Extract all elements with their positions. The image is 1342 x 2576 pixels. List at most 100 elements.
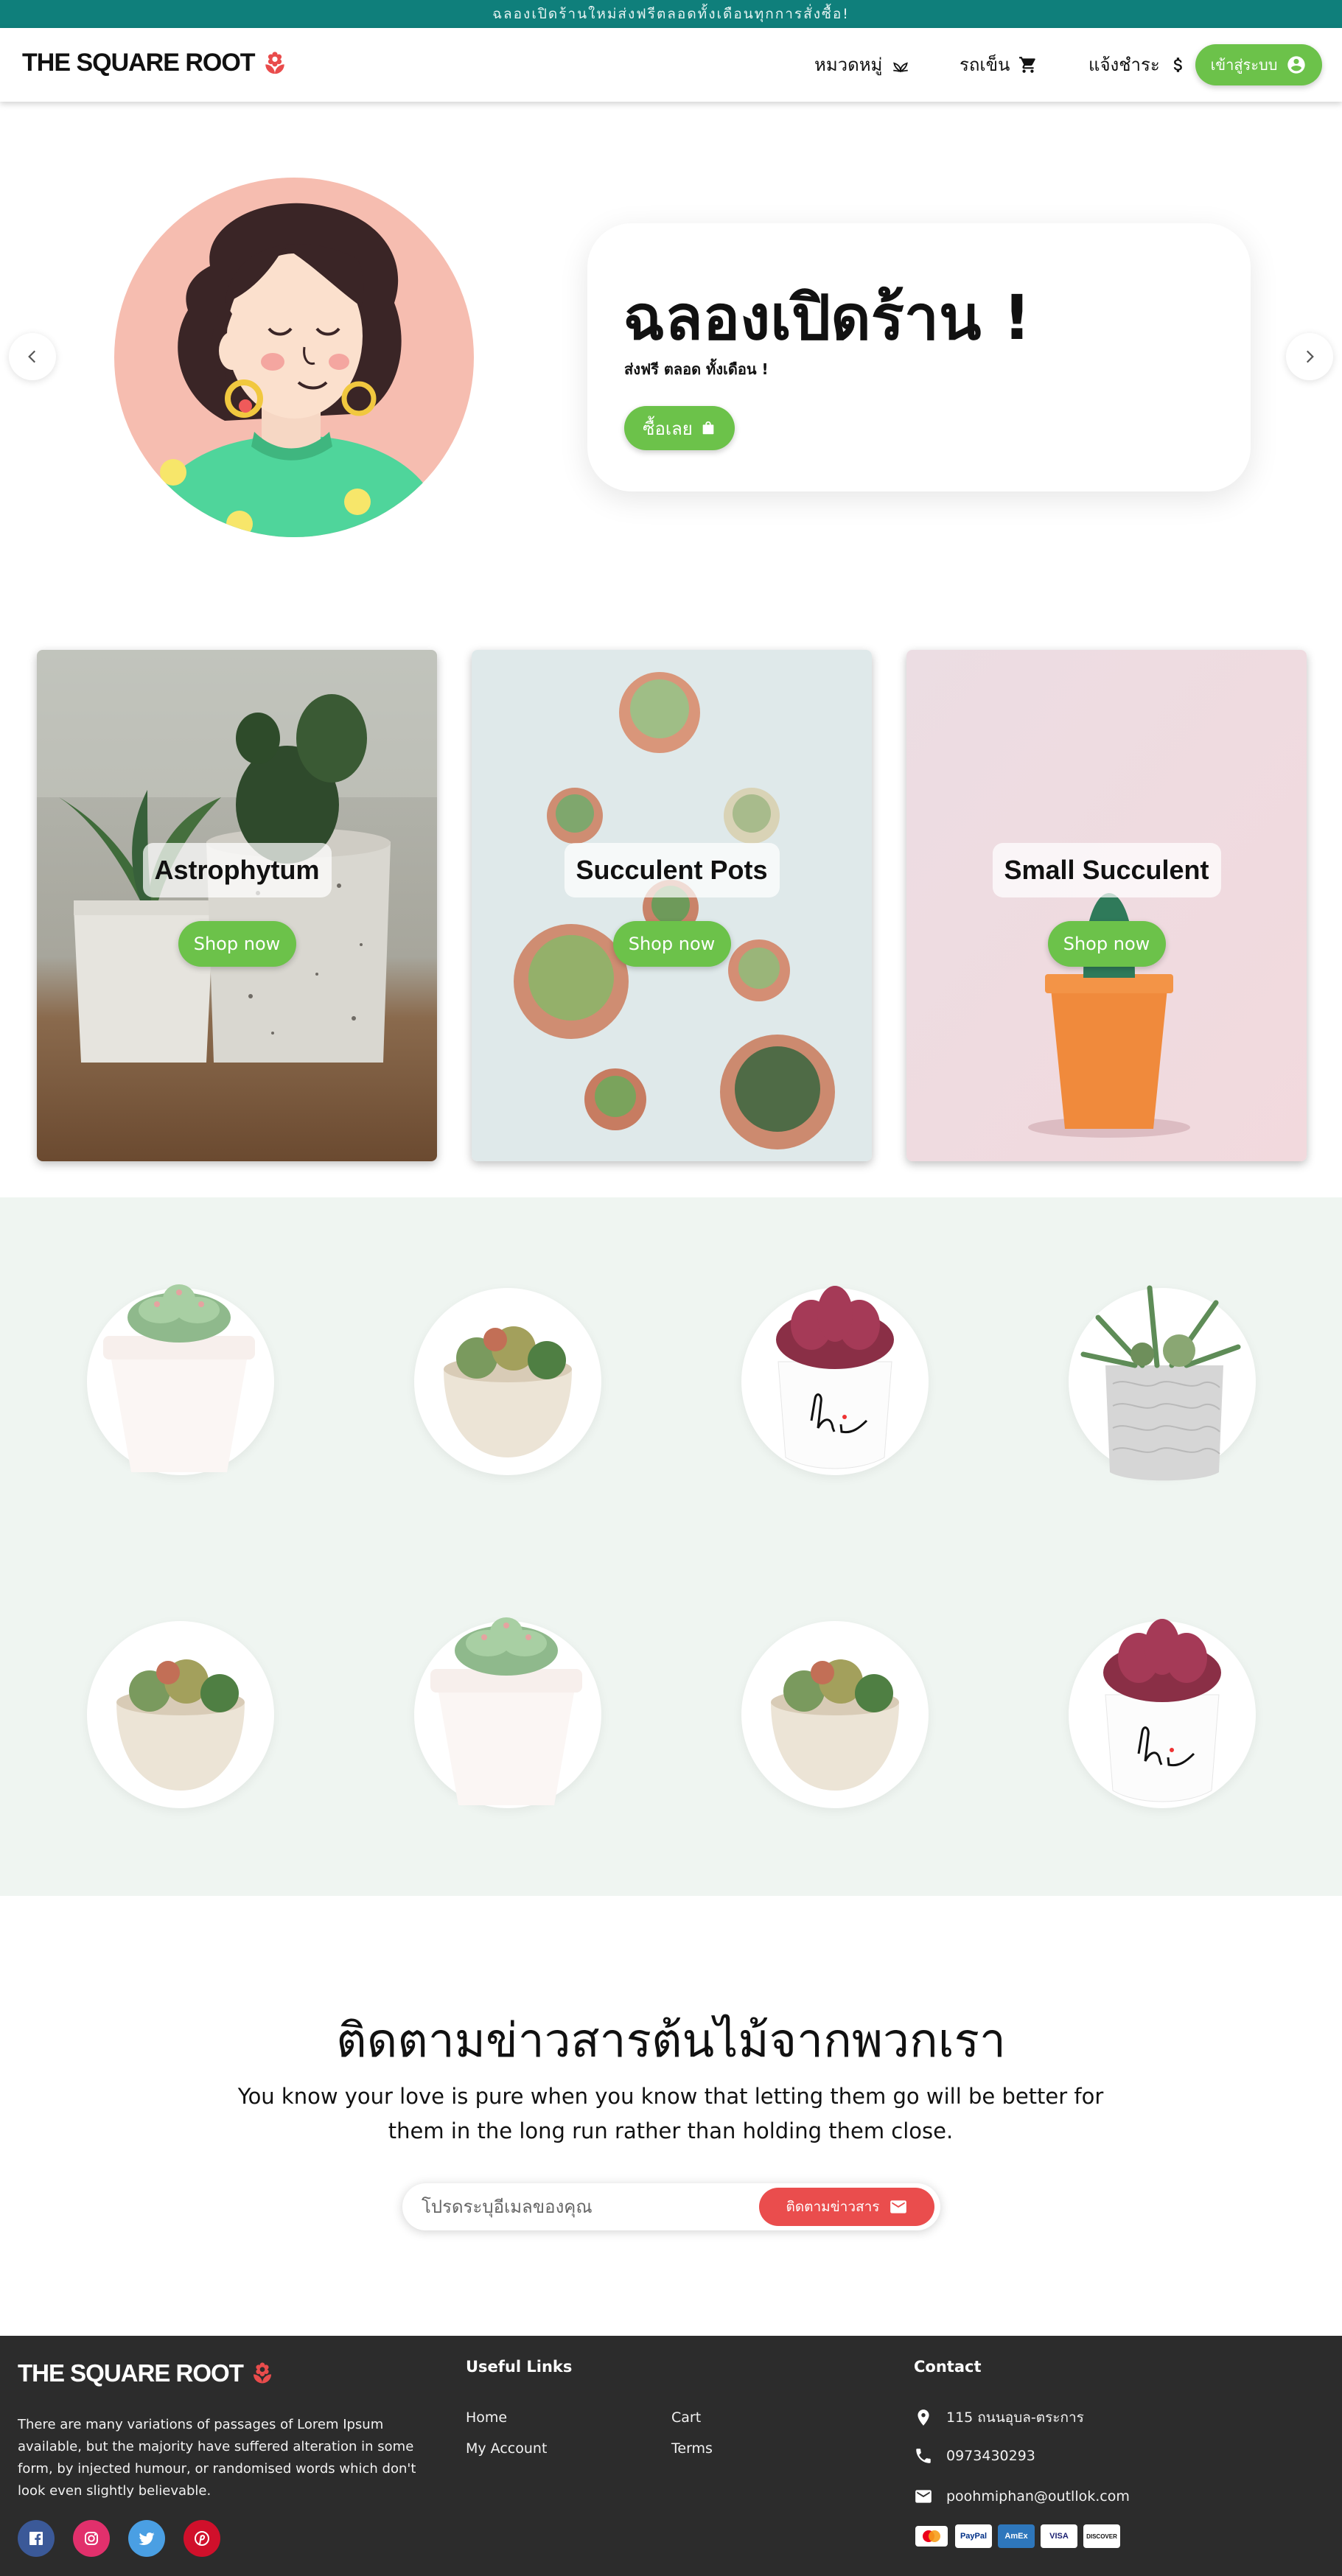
echeveria-white-pot-image [103, 1284, 255, 1472]
nav-categories-label: หมวดหมู่ [814, 55, 883, 75]
shop-now-button[interactable]: Shop now [178, 921, 296, 967]
product-item[interactable] [741, 1621, 929, 1808]
footer-link-account[interactable]: My Account [466, 2440, 547, 2457]
category-card-small-succulent[interactable]: Small Succulent Shop now [906, 650, 1307, 1161]
contact-email[interactable]: poohmiphan@outllok.com [914, 2487, 1130, 2506]
amex-badge: AmEx [998, 2524, 1035, 2548]
flower-icon [253, 2362, 271, 2384]
mail-icon [890, 2200, 906, 2213]
login-label: เข้าสู่ระบบ [1210, 56, 1278, 74]
category-card-astrophytum[interactable]: Astrophytum Shop now [37, 650, 437, 1161]
product-item[interactable] [414, 1617, 601, 1808]
contact-phone: 0973430293 [914, 2446, 1035, 2465]
category-label: Astrophytum [142, 843, 332, 897]
mixed-succulent-bowl-image [116, 1659, 245, 1791]
account-icon [1287, 56, 1306, 74]
contact-address: 115 ถนนอุบล-ตระการ [914, 2407, 1084, 2429]
dollar-icon [1173, 57, 1182, 72]
pinterest-button[interactable] [184, 2520, 220, 2557]
shop-now-button[interactable]: Shop now [1047, 921, 1166, 967]
chevron-right-icon [1306, 350, 1314, 363]
shop-now-button[interactable]: Shop now [612, 921, 731, 967]
hero-buy-label: ซื้อเลย [643, 418, 693, 439]
useful-links-heading: Useful Links [466, 2358, 573, 2376]
hero-avatar-illustration [114, 178, 474, 537]
facebook-button[interactable] [18, 2520, 55, 2557]
phone-text: 0973430293 [946, 2448, 1035, 2464]
address-text: 115 ถนนอุบล-ตระการ [946, 2409, 1084, 2426]
footer-link-home[interactable]: Home [466, 2409, 507, 2426]
sprout-icon [893, 62, 909, 72]
category-label: Succulent Pots [564, 843, 780, 897]
product-item[interactable] [87, 1284, 274, 1475]
paypal-badge: PayPal [955, 2524, 992, 2548]
footer-logo[interactable]: THE SQUARE ROOT [18, 2359, 274, 2387]
newsletter-text: You know your love is pure when you know… [237, 2084, 1104, 2143]
visa-badge: VISA [1041, 2524, 1077, 2548]
footer-link-terms[interactable]: Terms [671, 2440, 713, 2457]
nav-cart[interactable]: รถเข็น [960, 50, 1038, 79]
category-label: Small Succulent [992, 843, 1221, 897]
newsletter-title: ติดตามข่าวสารต้นไม้จากพวกเรา [336, 2014, 1006, 2068]
contact-heading: Contact [914, 2358, 982, 2376]
echeveria-white-pot-image [430, 1617, 582, 1805]
amex-label: AmEx [1004, 2532, 1028, 2541]
footer-about: There are many variations of passages of… [18, 2417, 416, 2499]
product-item[interactable] [414, 1288, 601, 1475]
subscribe-label: ติดตามข่าวสาร [786, 2199, 880, 2215]
twitter-icon [139, 2533, 155, 2545]
promo-banner: ฉลองเปิดร้านใหม่ส่งฟรีตลอดทั้งเดือนทุกกา… [0, 0, 1342, 28]
subscribe-button[interactable]: ติดตามข่าวสาร [759, 2188, 934, 2226]
twitter-button[interactable] [128, 2520, 165, 2557]
flower-icon [265, 51, 284, 74]
brand-logo[interactable]: THE SQUARE ROOT [22, 49, 287, 77]
mastercard-badge [914, 2524, 949, 2548]
product-item[interactable] [1069, 1285, 1256, 1481]
email-text: poohmiphan@outllok.com [946, 2488, 1130, 2505]
facebook-icon [29, 2532, 43, 2545]
footer-link-cart[interactable]: Cart [671, 2409, 701, 2426]
small-succulent-photo [906, 650, 1307, 1161]
visa-label: VISA [1049, 2532, 1069, 2541]
hero-title: ฉลองเปิดร้าน ! [623, 281, 1031, 354]
product-item[interactable] [741, 1286, 929, 1475]
astrophytum-photo [37, 650, 437, 1161]
mastercard-icon [915, 2526, 948, 2547]
brand-name: THE SQUARE ROOT [22, 49, 256, 77]
nav-categories[interactable]: หมวดหมู่ [814, 50, 910, 79]
email-input[interactable] [422, 2192, 731, 2222]
nav-payment[interactable]: แจ้งชำระ [1088, 50, 1188, 79]
page: ฉลองเปิดร้านใหม่ส่งฟรีตลอดทั้งเดือนทุกกา… [0, 0, 1342, 2576]
aloe-mix-textured-pot-image [1080, 1285, 1241, 1481]
login-button[interactable]: เข้าสู่ระบบ [1195, 44, 1322, 85]
cart-icon [1019, 56, 1036, 73]
succulent-pots-photo [472, 650, 872, 1161]
newsletter-form: ติดตามข่าวสาร [402, 2183, 940, 2230]
site-header: THE SQUARE ROOT หมวดหมู่ รถเข็น แจ้งชำระ… [0, 28, 1342, 102]
hero-subtitle: ส่งฟรี ตลอด ทั้งเดือน ! [624, 360, 769, 378]
nav-cart-label: รถเข็น [960, 55, 1010, 75]
paypal-label: PayPal [960, 2532, 988, 2541]
phone-icon [916, 2449, 931, 2463]
nav-payment-label: แจ้งชำระ [1088, 55, 1160, 75]
carousel-next-button[interactable] [1286, 333, 1333, 380]
mixed-succulent-bowl-image [444, 1326, 572, 1457]
hero-buy-button[interactable]: ซื้อเลย [624, 406, 735, 450]
chevron-left-icon [28, 350, 36, 363]
red-echeveria-hi-pot-image [1103, 1619, 1221, 1802]
shopping-bag-icon [702, 421, 714, 435]
mail-icon [915, 2490, 932, 2503]
hero-card: ฉลองเปิดร้าน ! ส่งฟรี ตลอด ทั้งเดือน ! ซ… [587, 223, 1251, 491]
product-item[interactable] [87, 1621, 274, 1808]
category-card-succulent-pots[interactable]: Succulent Pots Shop now [472, 650, 872, 1161]
pinterest-icon [195, 2531, 209, 2546]
footer-brand-name: THE SQUARE ROOT [18, 2359, 244, 2387]
red-echeveria-hi-pot-image [776, 1286, 894, 1469]
product-item[interactable] [1069, 1619, 1256, 1808]
carousel-prev-button[interactable] [9, 333, 56, 380]
mixed-succulent-bowl-image [771, 1659, 899, 1791]
instagram-button[interactable] [73, 2520, 110, 2557]
instagram-icon [85, 2532, 98, 2545]
discover-badge: DISCOVER [1083, 2524, 1120, 2548]
location-pin-icon [918, 2409, 929, 2426]
